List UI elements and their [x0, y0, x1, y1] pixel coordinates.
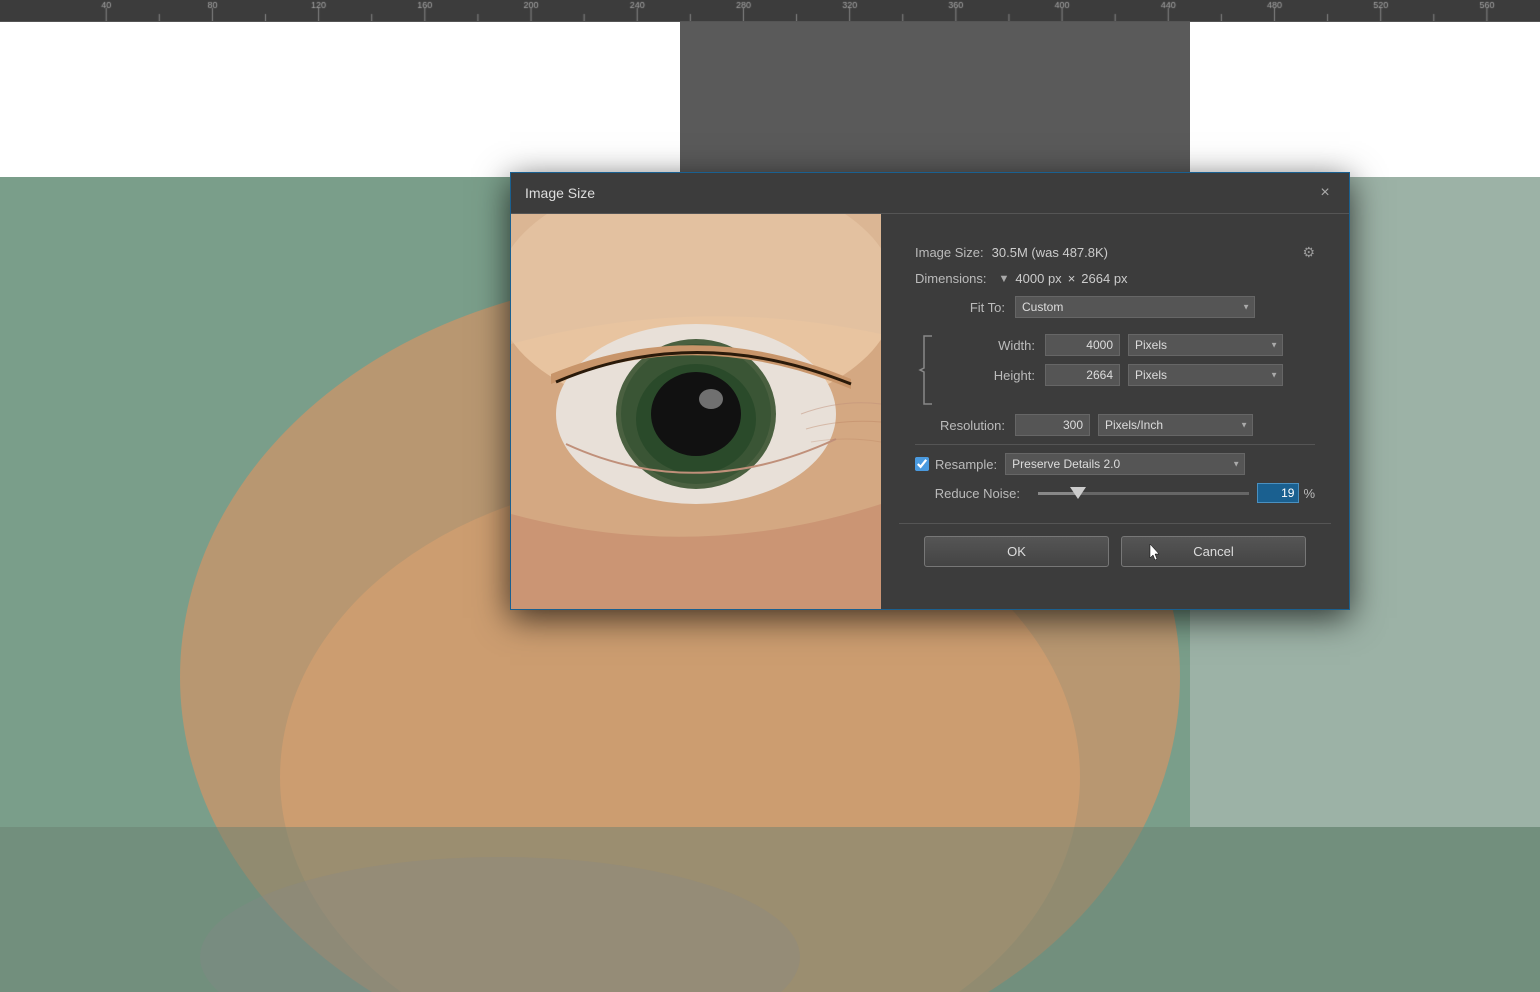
resolution-row: Resolution: Pixels/Inch Pixels/Centimete… [915, 414, 1315, 436]
dimensions-height: 2664 px [1081, 271, 1127, 286]
ok-button[interactable]: OK [924, 536, 1109, 567]
resample-checkbox[interactable] [915, 457, 929, 471]
wh-fields: Width: Pixels Percent Inches [945, 334, 1283, 406]
dimensions-x: × [1068, 271, 1076, 286]
height-label: Height: [945, 368, 1035, 383]
divider [915, 444, 1315, 445]
height-row: Height: Pixels Percent Inches [945, 364, 1283, 386]
image-size-row: Image Size: 30.5M (was 487.8K) ⚙ [915, 244, 1315, 261]
dialog-titlebar: Image Size × [511, 173, 1349, 214]
canvas-area: Image Size × [0, 22, 1540, 992]
resolution-unit-wrapper[interactable]: Pixels/Inch Pixels/Centimeter [1098, 414, 1253, 436]
resample-label[interactable]: Resample: [935, 457, 997, 472]
fit-to-label: Fit To: [915, 300, 1005, 315]
eye-preview-image [511, 214, 881, 609]
controls-area: Image Size: 30.5M (was 487.8K) ⚙ Dimensi… [881, 214, 1349, 609]
reduce-noise-row: Reduce Noise: % [915, 483, 1315, 503]
noise-slider-container[interactable] [1038, 483, 1249, 503]
gear-icon[interactable]: ⚙ [1302, 244, 1315, 261]
fit-to-row: Fit To: Custom Original Size 4 × 6 5 × 7… [915, 296, 1315, 318]
eye-svg [511, 214, 881, 609]
height-unit-select[interactable]: Pixels Percent Inches [1128, 364, 1283, 386]
image-preview [511, 214, 881, 609]
width-input[interactable] [1045, 334, 1120, 356]
reduce-noise-input[interactable] [1257, 483, 1299, 503]
width-row: Width: Pixels Percent Inches [945, 334, 1283, 356]
resample-row: Resample: Preserve Details 2.0 Automatic… [915, 453, 1315, 475]
link-bracket-svg [918, 334, 938, 406]
height-unit-wrapper[interactable]: Pixels Percent Inches [1128, 364, 1283, 386]
dialog-title: Image Size [525, 185, 595, 201]
width-unit-select[interactable]: Pixels Percent Inches [1128, 334, 1283, 356]
fit-to-select-wrapper[interactable]: Custom Original Size 4 × 6 5 × 7 8 × 10 [1015, 296, 1255, 318]
close-button[interactable]: × [1315, 183, 1335, 203]
width-label: Width: [945, 338, 1035, 353]
ruler-canvas [0, 0, 1540, 22]
fit-to-select[interactable]: Custom Original Size 4 × 6 5 × 7 8 × 10 [1015, 296, 1255, 318]
dialog-body: Image Size: 30.5M (was 487.8K) ⚙ Dimensi… [511, 214, 1349, 609]
dimensions-row: Dimensions: ▼ 4000 px × 2664 px [915, 271, 1315, 286]
resolution-unit-select[interactable]: Pixels/Inch Pixels/Centimeter [1098, 414, 1253, 436]
noise-slider-track [1038, 492, 1249, 495]
resample-method-wrapper[interactable]: Preserve Details 2.0 Automatic Bicubic S… [1005, 453, 1245, 475]
dimensions-width: 4000 px [1015, 271, 1061, 286]
image-size-dialog[interactable]: Image Size × [510, 172, 1350, 610]
dimensions-arrow[interactable]: ▼ [999, 273, 1010, 285]
resolution-label: Resolution: [915, 418, 1005, 433]
dimensions-label: Dimensions: [915, 271, 987, 286]
width-unit-wrapper[interactable]: Pixels Percent Inches [1128, 334, 1283, 356]
white-top-area [0, 22, 680, 177]
image-size-label: Image Size: [915, 245, 984, 260]
height-input[interactable] [1045, 364, 1120, 386]
reduce-noise-label: Reduce Noise: [915, 486, 1020, 501]
noise-slider-thumb[interactable] [1070, 487, 1086, 499]
white-right-area [1190, 22, 1540, 177]
button-row: OK Cancel [899, 523, 1331, 581]
percent-label: % [1303, 486, 1315, 501]
image-size-value: 30.5M (was 487.8K) [992, 245, 1299, 260]
ruler [0, 0, 1540, 22]
cancel-button[interactable]: Cancel [1121, 536, 1306, 567]
resample-method-select[interactable]: Preserve Details 2.0 Automatic Bicubic S… [1005, 453, 1245, 475]
resolution-input[interactable] [1015, 414, 1090, 436]
